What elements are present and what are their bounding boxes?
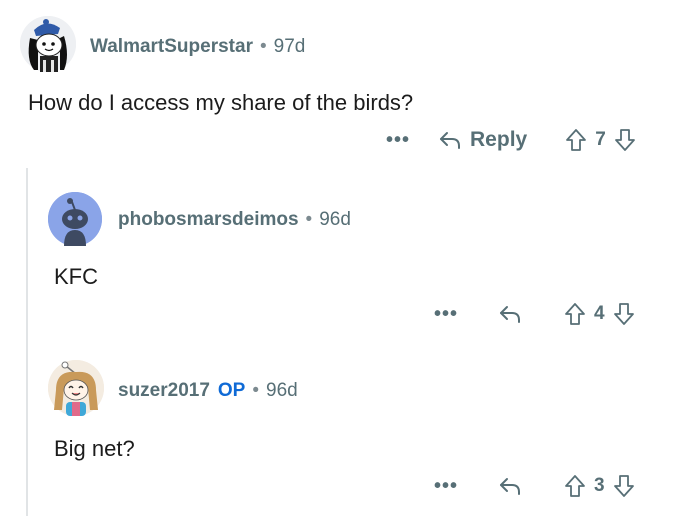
comment-meta: WalmartSuperstar • 97d [90,36,305,58]
upvote-arrow-icon[interactable] [564,302,586,326]
comment-actions: ••• 3 [434,474,635,498]
vote-count: 3 [594,475,605,496]
username[interactable]: WalmartSuperstar [90,36,253,58]
upvote-arrow-icon[interactable] [564,474,586,498]
vote-count: 4 [594,303,605,324]
vote-count: 7 [595,129,606,150]
comment-age: 97d [273,36,306,57]
vote-controls: 7 [565,128,636,152]
downvote-arrow-icon[interactable] [614,128,636,152]
avatar[interactable] [20,16,76,72]
downvote-arrow-icon[interactable] [613,474,635,498]
avatar[interactable] [48,192,102,246]
comment-meta: phobosmarsdeimos • 96d [118,209,351,231]
comment-body: Big net? [54,436,135,461]
comment-body: KFC [54,264,98,289]
snoo-avatar-icon [48,192,102,246]
more-options-icon[interactable]: ••• [434,475,458,498]
snoo-avatar-icon [20,16,76,72]
avatar[interactable] [48,360,104,416]
vote-controls: 3 [564,474,635,498]
comment-meta: suzer2017 OP • 96d [118,380,298,402]
comment-age: 96d [266,380,298,401]
comment-actions: ••• Reply 7 [386,128,636,152]
downvote-arrow-icon[interactable] [613,302,635,326]
reply-button[interactable] [498,303,522,325]
more-options-icon[interactable]: ••• [386,129,410,152]
reply-label: Reply [470,128,528,151]
thread-line[interactable] [26,168,28,516]
comment-actions: ••• 4 [434,302,635,326]
reply-arrow-icon [500,478,521,495]
separator-dot: • [252,380,260,401]
username[interactable]: suzer2017 [118,380,210,402]
reply-button[interactable]: Reply [438,128,527,152]
reply-arrow-icon [440,132,461,149]
op-badge: OP [217,380,246,401]
separator-dot: • [305,209,313,230]
username[interactable]: phobosmarsdeimos [118,209,299,231]
reply-arrow-icon [500,306,521,323]
separator-dot: • [259,36,267,57]
reply-button[interactable] [498,475,522,497]
vote-controls: 4 [564,302,635,326]
comment-body: How do I access my share of the birds? [28,90,414,115]
more-options-icon[interactable]: ••• [434,303,458,326]
snoo-avatar-icon [48,360,104,416]
comment-age: 96d [319,209,351,230]
upvote-arrow-icon[interactable] [565,128,587,152]
